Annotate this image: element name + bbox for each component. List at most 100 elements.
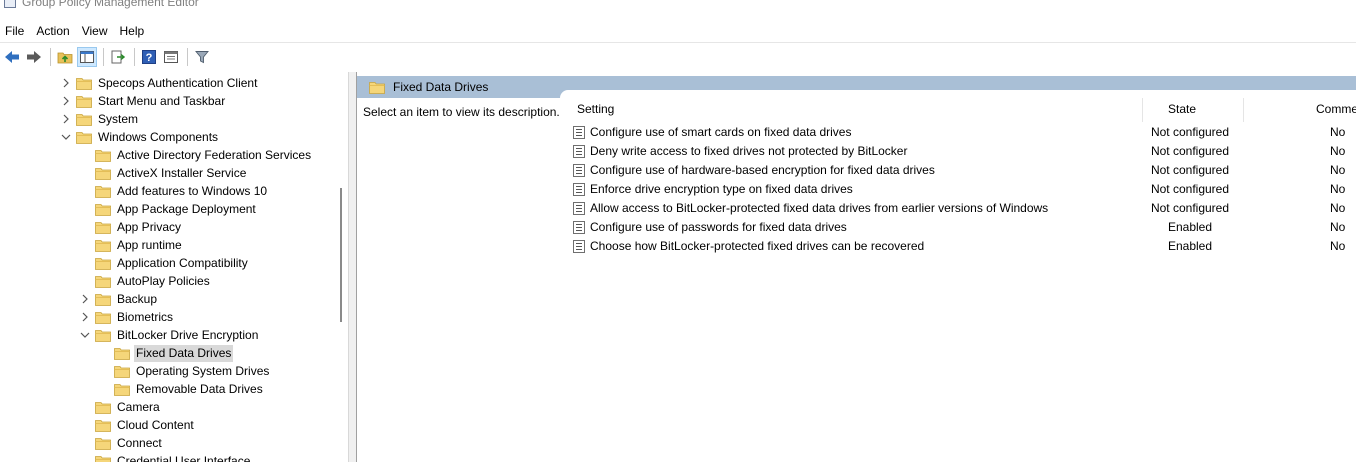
chevron-right-icon[interactable] bbox=[79, 293, 91, 305]
setting-name: Allow access to BitLocker-protected fixe… bbox=[590, 201, 1049, 215]
up-folder-icon[interactable] bbox=[55, 47, 75, 67]
details-header-title: Fixed Data Drives bbox=[393, 80, 489, 94]
folder-icon bbox=[76, 131, 92, 144]
tree-item-label: Windows Components bbox=[98, 129, 219, 144]
folder-icon bbox=[95, 419, 111, 432]
folder-icon bbox=[76, 113, 92, 126]
chevron-down-icon[interactable] bbox=[79, 329, 91, 341]
chevron-right-icon[interactable] bbox=[60, 113, 72, 125]
tree-item-label: Active Directory Federation Services bbox=[117, 147, 312, 162]
tree-item[interactable]: Biometrics bbox=[79, 308, 175, 326]
setting-state: Enabled bbox=[1167, 220, 1213, 234]
pane-splitter[interactable] bbox=[348, 72, 356, 462]
tree-scrollbar-thumb[interactable] bbox=[340, 188, 342, 322]
tree-item[interactable]: Backup bbox=[79, 290, 159, 308]
table-row[interactable]: Allow access to BitLocker-protected fixe… bbox=[560, 199, 1356, 218]
tree-item[interactable]: Credential User Interface bbox=[79, 452, 252, 462]
menu-file[interactable]: File bbox=[0, 20, 30, 42]
tree-item[interactable]: Application Compatibility bbox=[79, 254, 250, 272]
tree-item-label: AutoPlay Policies bbox=[117, 273, 210, 288]
tree-item[interactable]: Cloud Content bbox=[79, 416, 196, 434]
chevron-right-icon[interactable] bbox=[79, 311, 91, 323]
menu-help[interactable]: Help bbox=[114, 20, 151, 42]
tree-item[interactable]: Start Menu and Taskbar bbox=[60, 92, 227, 110]
toolbar-separator bbox=[50, 47, 51, 66]
tree-item[interactable]: Specops Authentication Client bbox=[60, 74, 259, 92]
tree-item[interactable]: App Privacy bbox=[79, 218, 183, 236]
chevron-right-icon[interactable] bbox=[60, 95, 72, 107]
tree-item-label: ActiveX Installer Service bbox=[117, 165, 247, 180]
column-divider[interactable] bbox=[1142, 98, 1143, 122]
tree-item[interactable]: Active Directory Federation Services bbox=[79, 146, 313, 164]
policy-setting-icon bbox=[573, 183, 585, 196]
chevron-right-icon[interactable] bbox=[60, 77, 72, 89]
tree-item[interactable]: App runtime bbox=[79, 236, 184, 254]
svg-text:?: ? bbox=[146, 52, 153, 64]
setting-state: Enabled bbox=[1167, 239, 1213, 253]
folder-icon bbox=[95, 239, 111, 252]
folder-icon bbox=[95, 203, 111, 216]
tree-item[interactable]: Add features to Windows 10 bbox=[79, 182, 269, 200]
tree-item[interactable]: Operating System Drives bbox=[98, 362, 271, 380]
tree-item-label: BitLocker Drive Encryption bbox=[117, 327, 259, 342]
folder-icon bbox=[95, 257, 111, 270]
tree-item[interactable]: Camera bbox=[79, 398, 162, 416]
tree-item[interactable]: Removable Data Drives bbox=[98, 380, 265, 398]
table-row[interactable]: Configure use of passwords for fixed dat… bbox=[560, 218, 1356, 237]
folder-icon bbox=[95, 149, 111, 162]
tree-item[interactable]: Fixed Data Drives bbox=[98, 344, 234, 362]
window-title: Group Policy Management Editor bbox=[22, 0, 199, 9]
folder-icon bbox=[114, 383, 130, 396]
tree-item[interactable]: App Package Deployment bbox=[79, 200, 258, 218]
filter-icon[interactable] bbox=[192, 47, 212, 67]
tree-item-label: Fixed Data Drives bbox=[134, 344, 234, 362]
tree-item-label: Cloud Content bbox=[117, 417, 194, 432]
tree-item[interactable]: BitLocker Drive Encryption bbox=[79, 326, 260, 344]
export-list-icon[interactable] bbox=[108, 47, 128, 67]
app-icon bbox=[4, 0, 16, 8]
column-header-comment[interactable]: Comme bbox=[1316, 102, 1356, 116]
show-hide-tree-icon[interactable] bbox=[77, 46, 97, 67]
back-arrow-icon[interactable] bbox=[2, 47, 22, 67]
table-row[interactable]: Choose how BitLocker-protected fixed dri… bbox=[560, 237, 1356, 256]
folder-icon bbox=[76, 95, 92, 108]
folder-icon bbox=[95, 437, 111, 450]
column-header-state[interactable]: State bbox=[1168, 102, 1196, 116]
setting-name: Deny write access to fixed drives not pr… bbox=[590, 144, 908, 158]
tree-item-label: Specops Authentication Client bbox=[98, 75, 258, 90]
details-pane: Fixed Data Drives Select an item to view… bbox=[356, 72, 1356, 462]
folder-icon bbox=[95, 311, 111, 324]
table-row[interactable]: Deny write access to fixed drives not pr… bbox=[560, 142, 1356, 161]
table-row[interactable]: Configure use of smart cards on fixed da… bbox=[560, 123, 1356, 142]
table-row[interactable]: Configure use of hardware-based encrypti… bbox=[560, 161, 1356, 180]
tree-item[interactable]: Windows Components bbox=[60, 128, 220, 146]
chevron-down-icon[interactable] bbox=[60, 131, 72, 143]
setting-comment: No bbox=[1330, 144, 1346, 158]
folder-icon bbox=[95, 329, 111, 342]
policy-setting-icon bbox=[573, 145, 585, 158]
setting-name: Configure use of passwords for fixed dat… bbox=[590, 220, 847, 234]
help-icon[interactable]: ? bbox=[139, 47, 159, 67]
forward-arrow-icon[interactable] bbox=[24, 47, 44, 67]
tree-item[interactable]: AutoPlay Policies bbox=[79, 272, 212, 290]
folder-icon bbox=[76, 77, 92, 90]
menu-action[interactable]: Action bbox=[30, 20, 75, 42]
setting-comment: No bbox=[1330, 201, 1346, 215]
setting-comment: No bbox=[1330, 220, 1346, 234]
tree-item[interactable]: Connect bbox=[79, 434, 164, 452]
tree-item[interactable]: ActiveX Installer Service bbox=[79, 164, 248, 182]
policy-setting-icon bbox=[573, 164, 585, 177]
tree-item[interactable]: System bbox=[60, 110, 140, 128]
table-row[interactable]: Enforce drive encryption type on fixed d… bbox=[560, 180, 1356, 199]
column-header-setting[interactable]: Setting bbox=[577, 102, 614, 116]
menu-view[interactable]: View bbox=[76, 20, 114, 42]
column-divider[interactable] bbox=[1243, 98, 1244, 122]
properties-icon[interactable] bbox=[161, 47, 181, 67]
